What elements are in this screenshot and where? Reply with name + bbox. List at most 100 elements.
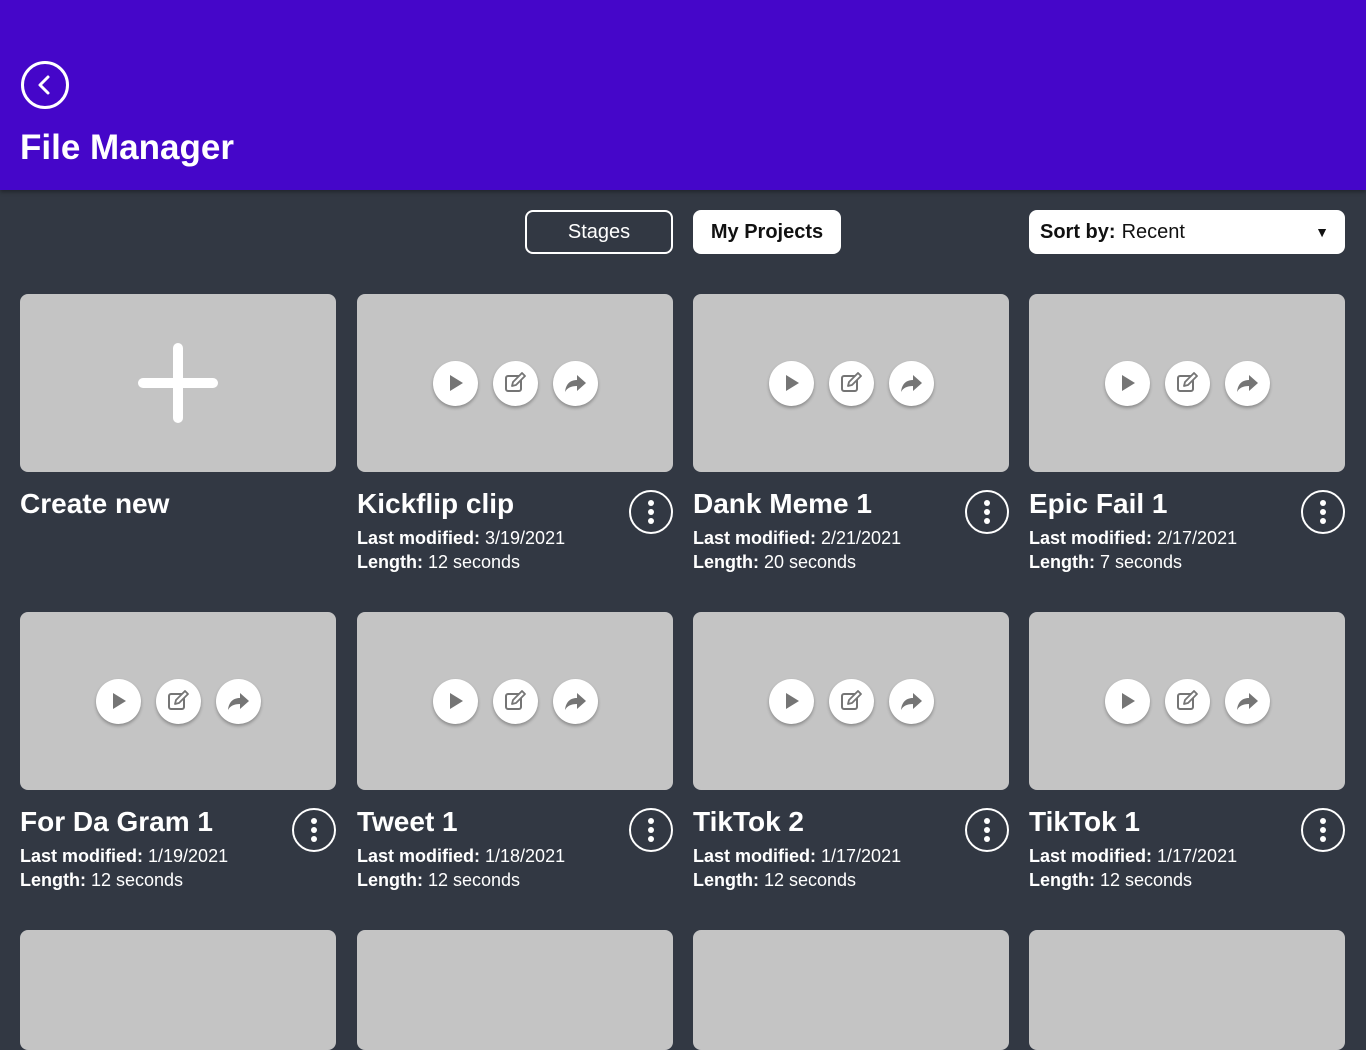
last-modified-value: 1/19/2021 bbox=[148, 846, 229, 866]
more-options-icon bbox=[1320, 500, 1326, 524]
dropdown-caret-icon: ▼ bbox=[1315, 224, 1329, 240]
more-options-button[interactable] bbox=[965, 808, 1009, 852]
sort-label: Sort by: bbox=[1040, 220, 1116, 243]
project-thumbnail[interactable] bbox=[357, 930, 673, 1050]
create-new-label: Create new bbox=[20, 488, 170, 519]
last-modified-value: 2/17/2021 bbox=[1157, 528, 1238, 548]
edit-button[interactable] bbox=[492, 678, 538, 724]
more-options-button[interactable] bbox=[1301, 490, 1345, 534]
sort-dropdown[interactable]: Sort by: Recent ▼ bbox=[1029, 210, 1345, 254]
project-thumbnail[interactable] bbox=[20, 930, 336, 1050]
last-modified: Last modified: 3/19/2021 bbox=[357, 528, 565, 549]
project-thumbnail[interactable] bbox=[693, 930, 1009, 1050]
share-icon bbox=[901, 693, 922, 710]
sort-value: Recent bbox=[1121, 220, 1185, 243]
length-value: 7 seconds bbox=[1099, 552, 1183, 572]
last-modified-label: Last modified: bbox=[693, 846, 817, 866]
last-modified-value: 2/21/2021 bbox=[821, 528, 902, 548]
tab-my-projects[interactable]: My Projects bbox=[693, 210, 841, 254]
play-button[interactable] bbox=[432, 360, 478, 406]
last-modified: Last modified: 1/17/2021 bbox=[693, 846, 901, 867]
edit-button[interactable] bbox=[828, 678, 874, 724]
last-modified-label: Last modified: bbox=[1029, 846, 1153, 866]
project-thumbnail[interactable] bbox=[1029, 930, 1345, 1050]
share-button[interactable] bbox=[888, 360, 934, 406]
play-button[interactable] bbox=[1104, 678, 1150, 724]
share-button[interactable] bbox=[215, 678, 261, 724]
edit-button[interactable] bbox=[155, 678, 201, 724]
project-title: For Da Gram 1 bbox=[20, 806, 213, 837]
length: Length: 12 seconds bbox=[693, 870, 856, 891]
share-button[interactable] bbox=[1224, 360, 1270, 406]
project-card[interactable]: TikTok 2 Last modified: 1/17/2021 Length: 12… bbox=[693, 612, 1009, 890]
length-value: 20 seconds bbox=[763, 552, 857, 572]
project-title: Epic Fail 1 bbox=[1029, 488, 1168, 519]
play-button[interactable] bbox=[768, 360, 814, 406]
edit-button[interactable] bbox=[1164, 360, 1210, 406]
project-thumbnail[interactable] bbox=[693, 612, 1009, 790]
length: Length: 20 seconds bbox=[693, 552, 856, 573]
more-options-button[interactable] bbox=[292, 808, 336, 852]
share-button[interactable] bbox=[552, 360, 598, 406]
last-modified: Last modified: 2/17/2021 bbox=[1029, 528, 1237, 549]
more-options-button[interactable] bbox=[1301, 808, 1345, 852]
share-icon bbox=[1237, 375, 1258, 392]
last-modified-label: Last modified: bbox=[1029, 528, 1153, 548]
project-card[interactable]: Kickflip clip Last modified: 3/19/2021 Leng… bbox=[357, 294, 673, 572]
share-button[interactable] bbox=[1224, 678, 1270, 724]
more-options-button[interactable] bbox=[629, 490, 673, 534]
share-icon bbox=[901, 375, 922, 392]
last-modified-label: Last modified: bbox=[693, 528, 817, 548]
length-label: Length: bbox=[1029, 552, 1095, 572]
last-modified-value: 1/17/2021 bbox=[1157, 846, 1238, 866]
project-card[interactable]: Epic Fail 1 Last modified: 2/17/2021 Length… bbox=[1029, 294, 1345, 572]
project-card[interactable]: Dank Meme 1 Last modified: 2/21/2021 Length… bbox=[693, 294, 1009, 572]
project-thumbnail[interactable] bbox=[1029, 294, 1345, 472]
play-icon bbox=[786, 693, 799, 709]
edit-button[interactable] bbox=[492, 360, 538, 406]
project-card[interactable]: Tweet 1 Last modified: 1/18/2021 Length: 12 … bbox=[357, 612, 673, 890]
share-icon bbox=[228, 693, 249, 710]
tab-stages[interactable]: Stages bbox=[525, 210, 673, 254]
length: Length: 12 seconds bbox=[357, 552, 520, 573]
project-card[interactable]: TikTok 1 Last modified: 1/17/2021 Length: 12… bbox=[1029, 612, 1345, 890]
project-thumbnail[interactable] bbox=[357, 612, 673, 790]
share-button[interactable] bbox=[888, 678, 934, 724]
project-card[interactable]: For Da Gram 1 Last modified: 1/19/2021 Leng… bbox=[20, 612, 336, 890]
last-modified: Last modified: 1/17/2021 bbox=[1029, 846, 1237, 867]
back-arrow-icon bbox=[38, 75, 50, 95]
length-label: Length: bbox=[357, 870, 423, 890]
length: Length: 12 seconds bbox=[1029, 870, 1192, 891]
more-options-icon bbox=[311, 818, 317, 842]
last-modified-value: 3/19/2021 bbox=[485, 528, 566, 548]
last-modified-value: 1/18/2021 bbox=[485, 846, 566, 866]
project-thumbnail[interactable] bbox=[20, 612, 336, 790]
last-modified-label: Last modified: bbox=[357, 528, 481, 548]
play-button[interactable] bbox=[95, 678, 141, 724]
project-title: Kickflip clip bbox=[357, 488, 515, 519]
create-new-thumbnail[interactable] bbox=[20, 294, 336, 472]
play-button[interactable] bbox=[768, 678, 814, 724]
share-icon bbox=[1237, 693, 1258, 710]
back-button[interactable] bbox=[21, 61, 69, 109]
edit-button[interactable] bbox=[1164, 678, 1210, 724]
edit-button[interactable] bbox=[828, 360, 874, 406]
edit-icon bbox=[168, 690, 189, 710]
length-label: Length: bbox=[1029, 870, 1095, 890]
length-value: 12 seconds bbox=[427, 870, 521, 890]
length-value: 12 seconds bbox=[763, 870, 857, 890]
play-icon bbox=[450, 375, 463, 391]
create-new-card[interactable]: Create new bbox=[20, 294, 336, 519]
edit-icon bbox=[505, 372, 526, 392]
share-button[interactable] bbox=[552, 678, 598, 724]
last-modified: Last modified: 1/18/2021 bbox=[357, 846, 565, 867]
project-thumbnail[interactable] bbox=[693, 294, 1009, 472]
play-button[interactable] bbox=[1104, 360, 1150, 406]
play-button[interactable] bbox=[432, 678, 478, 724]
edit-icon bbox=[841, 690, 862, 710]
project-thumbnail[interactable] bbox=[1029, 612, 1345, 790]
project-thumbnail[interactable] bbox=[357, 294, 673, 472]
more-options-button[interactable] bbox=[629, 808, 673, 852]
more-options-button[interactable] bbox=[965, 490, 1009, 534]
last-modified-value: 1/17/2021 bbox=[821, 846, 902, 866]
